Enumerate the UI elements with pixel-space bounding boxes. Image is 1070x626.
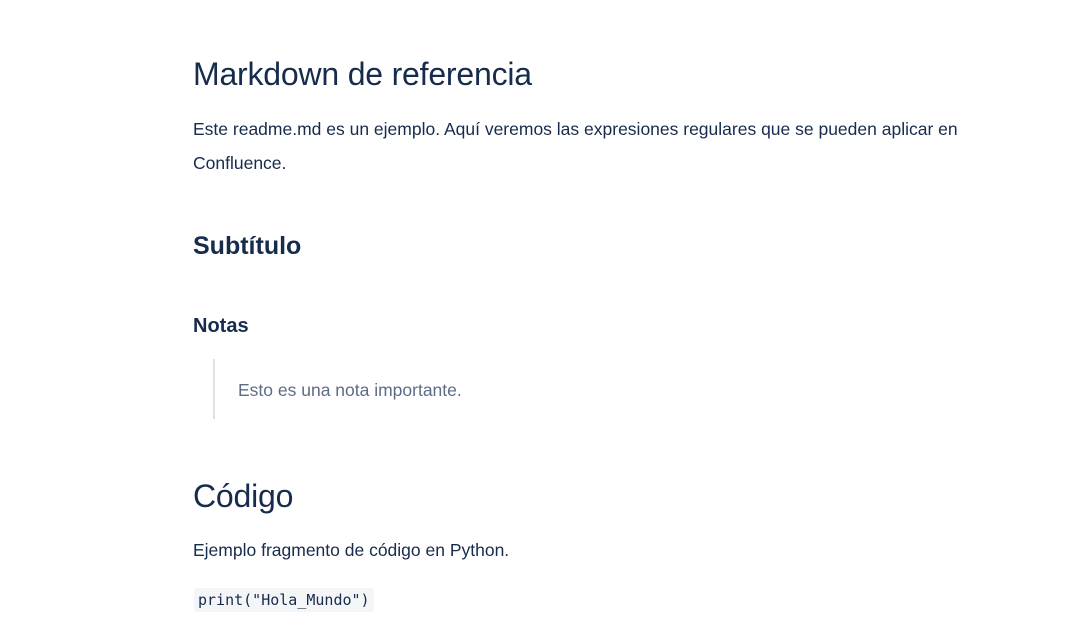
note-text: Esto es una nota importante.	[238, 380, 462, 400]
intro-paragraph: Este readme.md es un ejemplo. Aquí verem…	[193, 119, 958, 173]
code-snippet: print("Hola_Mundo")	[194, 588, 374, 612]
code-description: Ejemplo fragmento de código en Python.	[193, 540, 510, 560]
code-heading: Código	[193, 478, 294, 514]
note-blockquote: Esto es una nota importante.	[213, 359, 613, 419]
subtitle-heading: Subtítulo	[193, 232, 302, 260]
notes-heading: Notas	[193, 315, 249, 337]
page-title: Markdown de referencia	[193, 56, 532, 92]
